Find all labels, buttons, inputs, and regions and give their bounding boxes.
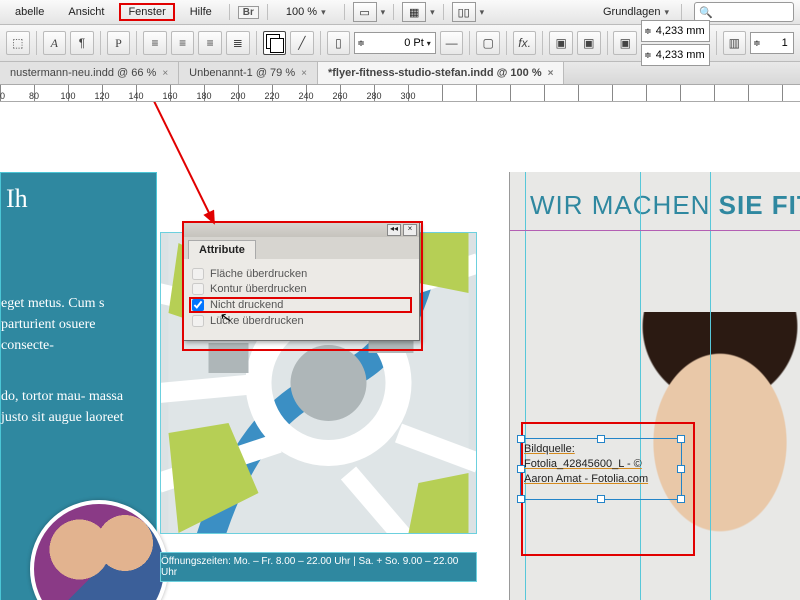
guide-vertical[interactable]	[640, 172, 641, 600]
para-1: eget metus. Cum s parturient osuere cons…	[1, 293, 148, 356]
para-2: do, tortor mau- massa justo sit augue la…	[1, 386, 148, 428]
attributes-panel[interactable]: ◂◂ × Attribute Fläche überdrucken Kontur…	[183, 222, 420, 341]
checkbox-flaeche	[192, 268, 204, 280]
close-icon[interactable]: ×	[548, 68, 554, 79]
bridge-badge[interactable]: Br	[238, 6, 259, 19]
text-wrap-icon-1[interactable]: ▣	[549, 31, 573, 55]
zoom-level[interactable]: 100 %	[276, 4, 336, 20]
para-format-icon[interactable]: ¶	[70, 31, 94, 55]
guide-horizontal[interactable]	[510, 230, 800, 231]
headline-b: SIE FIT	[719, 190, 800, 220]
columns-input[interactable]	[764, 37, 788, 49]
heading-fragment: Ih	[6, 184, 28, 214]
attr-row-kontur: Kontur überdrucken	[192, 283, 411, 295]
panel-tab-attribute[interactable]: Attribute	[188, 240, 256, 259]
align-left-icon[interactable]: ≡	[143, 31, 167, 55]
effects-icon[interactable]: fx.	[513, 31, 537, 55]
frame-fit-icon[interactable]: ▣	[613, 31, 637, 55]
columns-icon[interactable]: ▥	[723, 31, 747, 55]
stroke-weight-field[interactable]: ≑ ▾	[354, 32, 436, 54]
columns-field[interactable]: ≑	[750, 32, 794, 54]
search-icon: 🔍	[699, 6, 713, 19]
credit-line1: Bildquelle:	[524, 442, 684, 457]
doc-tab-3[interactable]: *flyer-fitness-studio-stefan.indd @ 100 …	[318, 62, 565, 84]
checkbox-luecke	[192, 315, 204, 327]
arrange-icon[interactable]: ▯▯	[452, 2, 476, 22]
corner-options-icon[interactable]: ▢	[476, 31, 500, 55]
stroke-style-icon[interactable]: ╱	[290, 31, 314, 55]
control-toolbar: ⬚ A ¶ P ≡ ≡ ≡ ≣ ╱ ▯ ≑ ▾ — ▢ fx. ▣ ▣ ▣ ≑ …	[0, 25, 800, 62]
workspace-switcher[interactable]: Grundlagen	[603, 6, 669, 18]
close-icon[interactable]: ×	[301, 68, 307, 79]
align-right-icon[interactable]: ≡	[198, 31, 222, 55]
checkbox-kontur	[192, 283, 204, 295]
placeholder-icon[interactable]: P	[107, 31, 131, 55]
text-wrap-icon-2[interactable]: ▣	[577, 31, 601, 55]
screen-mode-icon[interactable]: ▦	[402, 2, 426, 22]
headline: WIR MACHEN SIE FIT	[530, 190, 800, 221]
attr-label: Kontur überdrucken	[210, 283, 307, 295]
menu-item-ansicht[interactable]: Ansicht	[59, 3, 113, 21]
height-field[interactable]: ≑	[641, 44, 710, 66]
headline-a: WIR MACHEN	[530, 190, 719, 220]
fill-swatch[interactable]	[263, 31, 287, 55]
guide-vertical[interactable]	[710, 172, 711, 600]
width-input[interactable]	[655, 25, 705, 37]
menu-item-fenster[interactable]: Fenster	[119, 3, 174, 21]
guide-vertical[interactable]	[525, 172, 526, 600]
menu-item-tabelle[interactable]: abelle	[6, 3, 53, 21]
doc-tab-1[interactable]: nustermann-neu.indd @ 66 % ×	[0, 62, 179, 84]
close-icon[interactable]: ×	[162, 68, 168, 79]
view-mode-icon[interactable]: ▭	[353, 2, 377, 22]
width-field[interactable]: ≑	[641, 20, 710, 42]
opening-hours-text: Öffnungszeiten: Mo. – Fr. 8.00 – 22.00 U…	[161, 556, 476, 578]
panel-close-icon[interactable]: ×	[403, 224, 417, 236]
doc-tab-2[interactable]: Unbenannt-1 @ 79 % ×	[179, 62, 318, 84]
stroke-type-icon[interactable]: —	[440, 31, 464, 55]
stroke-weight-icon: ▯	[327, 31, 351, 55]
flyer-front-panel: WIR MACHEN SIE FIT	[509, 172, 800, 600]
panel-titlebar[interactable]: ◂◂ ×	[184, 223, 419, 237]
horizontal-ruler[interactable]: 60 80 100 120 140 160 180 200 220 240 26…	[0, 85, 800, 102]
credit-line2: Fotolia_42845600_L - ©	[524, 457, 684, 472]
doc-tab-3-label: *flyer-fitness-studio-stefan.indd @ 100 …	[328, 67, 542, 79]
distribute-icon[interactable]: ≣	[226, 31, 250, 55]
checkbox-nicht-druckend[interactable]	[192, 299, 204, 311]
opening-hours: Öffnungszeiten: Mo. – Fr. 8.00 – 22.00 U…	[160, 552, 477, 582]
doc-tab-1-label: nustermann-neu.indd @ 66 %	[10, 67, 156, 79]
align-center-icon[interactable]: ≡	[171, 31, 195, 55]
credit-line3: Aaron Amat - Fotolia.com	[524, 472, 684, 487]
stroke-weight-input[interactable]	[368, 37, 424, 49]
height-input[interactable]	[655, 49, 705, 61]
search-box[interactable]: 🔍	[694, 2, 794, 22]
ruler-tick: 300	[374, 91, 442, 101]
document-workspace[interactable]: eget metus. Cum s parturient osuere cons…	[0, 102, 800, 600]
menu-item-hilfe[interactable]: Hilfe	[181, 3, 221, 21]
doc-tab-2-label: Unbenannt-1 @ 79 %	[189, 67, 295, 79]
image-credit-text: Bildquelle: Fotolia_42845600_L - © Aaron…	[524, 442, 684, 487]
attr-row-flaeche: Fläche überdrucken	[192, 268, 411, 280]
attr-label: Fläche überdrucken	[210, 268, 307, 280]
char-format-icon[interactable]: A	[43, 31, 67, 55]
selection-icon[interactable]: ⬚	[6, 31, 30, 55]
panel-collapse-icon[interactable]: ◂◂	[387, 224, 401, 236]
